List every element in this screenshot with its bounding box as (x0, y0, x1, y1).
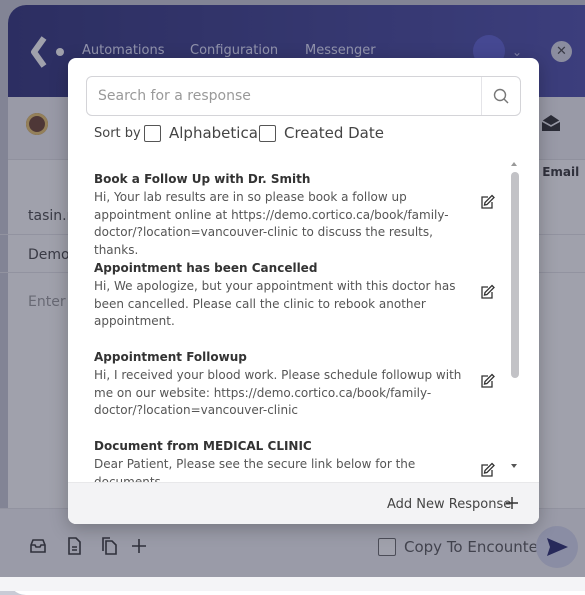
search-input[interactable] (96, 77, 480, 115)
search-button[interactable] (481, 77, 520, 115)
list-item[interactable]: Book a Follow Up with Dr. Smith Hi, Your… (94, 171, 466, 259)
sort-alphabetical-label: Alphabetical (169, 124, 263, 142)
list-item[interactable]: Appointment Followup Hi, I received your… (94, 349, 466, 420)
plus-icon[interactable] (505, 496, 519, 510)
saved-responses-modal: Sort by Alphabetical Created Date Book a… (68, 58, 539, 524)
response-title: Document from MEDICAL CLINIC (94, 439, 312, 453)
search-icon (493, 88, 509, 104)
list-item[interactable]: Document from MEDICAL CLINIC Dear Patien… (94, 438, 466, 482)
response-body: Hi, We apologize, but your appointment w… (94, 279, 456, 328)
edit-icon[interactable] (479, 194, 495, 210)
sort-created-date-label: Created Date (284, 124, 384, 142)
response-list[interactable]: Book a Follow Up with Dr. Smith Hi, Your… (68, 156, 539, 482)
scroll-down-arrow-icon[interactable] (511, 464, 517, 468)
modal-footer: Add New Response (68, 482, 539, 524)
sort-created-date-checkbox[interactable] (259, 125, 276, 142)
response-body: Hi, I received your blood work. Please s… (94, 368, 462, 417)
scroll-up-arrow-icon[interactable] (511, 162, 517, 166)
edit-icon[interactable] (479, 462, 495, 478)
scrollbar[interactable] (509, 160, 520, 470)
response-body: Dear Patient, Please see the secure link… (94, 457, 416, 482)
response-title: Book a Follow Up with Dr. Smith (94, 172, 311, 186)
response-title: Appointment has been Cancelled (94, 261, 318, 275)
sort-by-label: Sort by (94, 126, 141, 141)
add-new-response-button[interactable]: Add New Response (387, 497, 511, 512)
sort-alphabetical-checkbox[interactable] (144, 125, 161, 142)
response-body: Hi, Your lab results are in so please bo… (94, 190, 449, 257)
scrollbar-thumb[interactable] (511, 172, 519, 378)
edit-icon[interactable] (479, 373, 495, 389)
response-title: Appointment Followup (94, 350, 247, 364)
search-box (86, 76, 521, 116)
edit-icon[interactable] (479, 284, 495, 300)
list-item[interactable]: Appointment has been Cancelled Hi, We ap… (94, 260, 466, 331)
